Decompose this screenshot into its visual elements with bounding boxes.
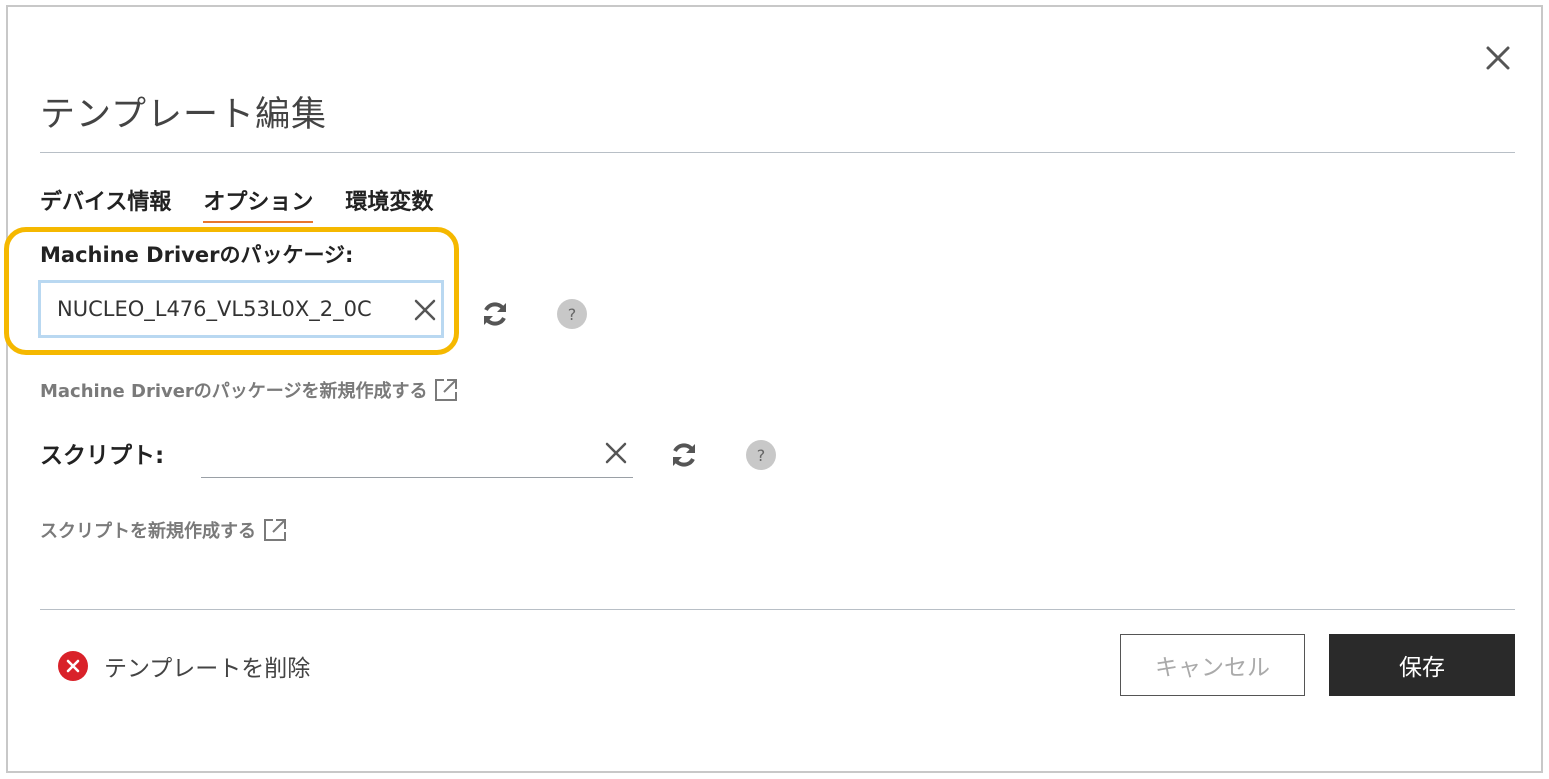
tab-device-info[interactable]: デバイス情報 [40,184,171,223]
package-input-field [38,280,444,338]
clear-icon [414,299,436,321]
create-script-link-label: スクリプトを新規作成する [40,521,256,542]
package-clear-button[interactable] [411,296,439,324]
tab-options[interactable]: オプション [203,184,314,223]
package-label: Machine Driverのパッケージ: [40,243,354,267]
script-input-field [201,432,633,478]
refresh-icon [484,302,506,326]
package-input[interactable] [57,283,387,335]
close-button[interactable] [1480,40,1516,76]
package-help-icon[interactable]: ? [557,299,587,329]
save-button[interactable]: 保存 [1329,634,1515,696]
tab-bar: デバイス情報 オプション 環境変数 [40,184,465,223]
title-divider [40,152,1515,153]
create-package-link[interactable]: Machine Driverのパッケージを新規作成する [40,376,460,404]
script-label: スクリプト: [40,443,165,469]
tab-environment-variables[interactable]: 環境変数 [345,184,433,223]
create-package-link-label: Machine Driverのパッケージを新規作成する [40,381,428,402]
dialog-title: テンプレート編集 [40,95,327,135]
refresh-icon [673,443,695,467]
script-help-icon[interactable]: ? [746,440,776,470]
external-link-icon [435,379,458,401]
cancel-button[interactable]: キャンセル [1120,634,1305,696]
create-script-link[interactable]: スクリプトを新規作成する [40,516,289,544]
close-icon [1486,46,1510,70]
script-refresh-button[interactable] [667,438,701,472]
delete-icon [58,651,88,681]
script-clear-button[interactable] [601,438,631,468]
clear-icon [605,442,627,464]
delete-template-label: テンプレートを削除 [104,656,311,682]
footer-divider [40,609,1515,610]
script-input[interactable] [201,432,595,478]
external-link-icon [264,519,286,541]
package-refresh-button[interactable] [478,297,512,331]
delete-template-button[interactable]: テンプレートを削除 [58,649,310,683]
